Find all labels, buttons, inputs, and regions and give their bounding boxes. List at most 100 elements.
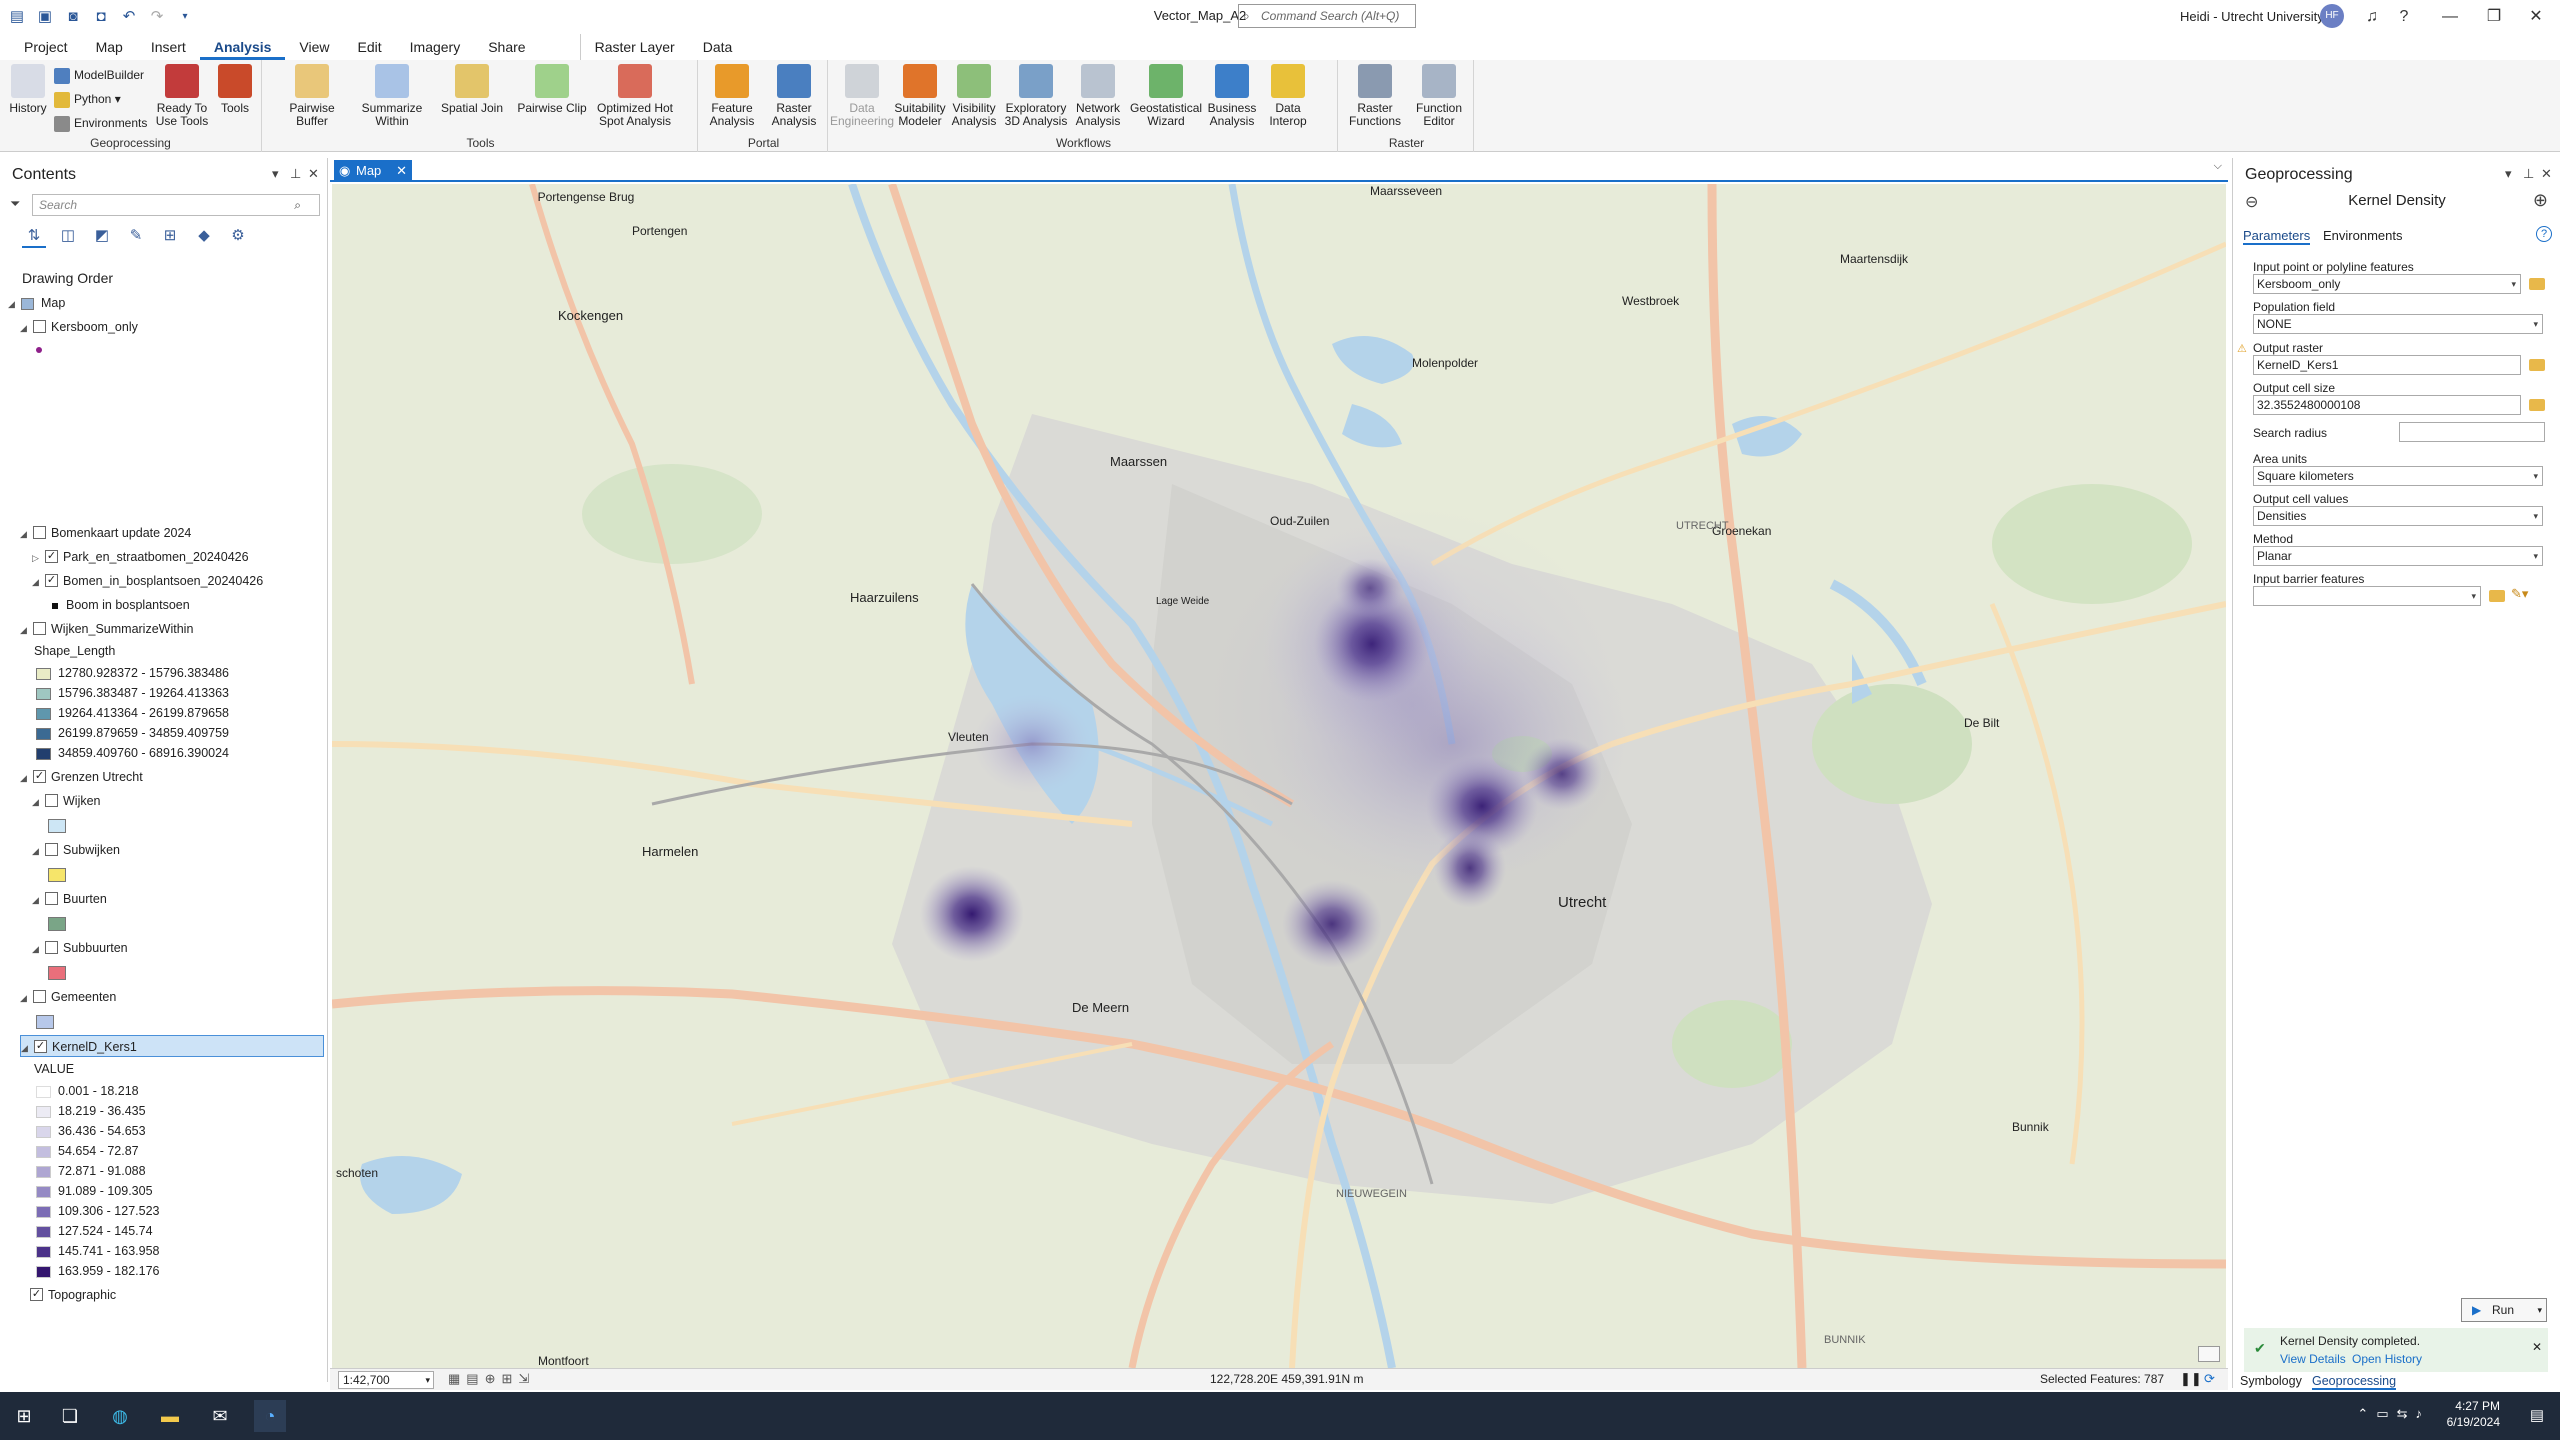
open-icon[interactable]: ▣: [34, 6, 56, 28]
command-search[interactable]: ⌕ Command Search (Alt+Q): [1238, 4, 1416, 28]
network-analysis-button[interactable]: Network Analysis: [1066, 64, 1130, 128]
dropdown-icon[interactable]: ▾: [2511, 275, 2516, 293]
editing-icon[interactable]: ✎: [124, 224, 148, 248]
dropdown-icon[interactable]: ▾: [2533, 315, 2538, 333]
close-tab-icon[interactable]: ✕: [396, 160, 407, 182]
visibility-checkbox[interactable]: ✓: [33, 770, 46, 784]
visibility-checkbox[interactable]: ✓: [30, 1288, 43, 1302]
toc-layer-wijken[interactable]: ◢ Wijken: [32, 790, 101, 812]
sketch-icon[interactable]: ✎▾: [2511, 586, 2528, 602]
edge-icon[interactable]: ◍: [104, 1400, 136, 1432]
pairwise-buffer-button[interactable]: Pairwise Buffer: [272, 64, 352, 128]
collapse-icon[interactable]: ◢: [32, 840, 42, 862]
save-as-icon[interactable]: ◘: [90, 6, 112, 28]
tab-map-view[interactable]: ◉ Map ✕: [334, 160, 412, 182]
area-units-select[interactable]: Square kilometers ▾: [2253, 466, 2543, 486]
toc-layer-bomenkaart[interactable]: ◢ Bomenkaart update 2024: [20, 522, 191, 544]
run-button[interactable]: ▶ Run ▾: [2461, 1298, 2547, 1322]
user-name[interactable]: Heidi - Utrecht University: [2180, 9, 2324, 24]
minimize-button[interactable]: —: [2430, 4, 2470, 30]
output-raster-field[interactable]: KernelD_Kers1: [2253, 355, 2521, 375]
toc-layer-subwijken[interactable]: ◢ Subwijken: [32, 839, 120, 861]
start-icon[interactable]: ⊞: [8, 1400, 40, 1432]
dropdown-icon[interactable]: ▾: [2533, 547, 2538, 565]
tab-view[interactable]: View: [285, 34, 343, 60]
tab-imagery[interactable]: Imagery: [396, 34, 475, 60]
close-button[interactable]: ✕: [2516, 4, 2556, 30]
search-radius-field[interactable]: [2399, 422, 2545, 442]
tab-symbology[interactable]: Symbology: [2240, 1374, 2302, 1388]
collapse-icon[interactable]: ◢: [32, 791, 42, 813]
collapse-icon[interactable]: ◢: [32, 571, 42, 593]
collapse-icon[interactable]: ◢: [32, 889, 42, 911]
data-engineering-button[interactable]: Data Engineering: [830, 64, 894, 128]
project-icon[interactable]: ▤: [6, 6, 28, 28]
save-icon[interactable]: ◙: [62, 6, 84, 28]
labeling-icon[interactable]: ◆: [192, 224, 216, 248]
collapse-icon[interactable]: ◢: [32, 938, 42, 960]
tab-map[interactable]: Map: [82, 34, 137, 60]
visibility-checkbox[interactable]: [45, 941, 58, 955]
history-button[interactable]: History: [0, 64, 56, 115]
dropdown-icon[interactable]: ▾: [2471, 587, 2476, 605]
population-field[interactable]: NONE ▾: [2253, 314, 2543, 334]
folder-icon[interactable]: [2489, 590, 2505, 602]
pane-options-icon[interactable]: ▾: [272, 166, 279, 182]
navigation-tools[interactable]: ▦▤⊕⊞⇲: [448, 1371, 535, 1387]
folder-icon[interactable]: [2529, 399, 2545, 411]
refresh-icon[interactable]: ⟳: [2204, 1371, 2215, 1387]
collapse-icon[interactable]: ◢: [20, 317, 30, 339]
folder-icon[interactable]: [2529, 359, 2545, 371]
undo-icon[interactable]: ↶: [118, 6, 140, 28]
visibility-analysis-button[interactable]: Visibility Analysis: [942, 64, 1006, 128]
pin-icon[interactable]: ⊥: [2523, 166, 2534, 182]
raster-functions-button[interactable]: Raster Functions: [1340, 64, 1410, 128]
summarize-within-button[interactable]: Summarize Within: [352, 64, 432, 128]
selection-icon[interactable]: ◩: [90, 224, 114, 248]
tab-analysis[interactable]: Analysis: [199, 34, 286, 60]
toc-layer-subbuurten[interactable]: ◢ Subbuurten: [32, 937, 128, 959]
collapse-icon[interactable]: ◢: [20, 619, 30, 641]
collapse-icon[interactable]: ◢: [20, 523, 30, 545]
toc-layer-wijken-summarize[interactable]: ◢ Wijken_SummarizeWithin: [20, 618, 193, 640]
selected-features[interactable]: Selected Features: 787: [2040, 1372, 2164, 1386]
restore-button[interactable]: ❐: [2474, 4, 2514, 30]
toc-layer-park[interactable]: ▷ ✓ Park_en_straatbomen_20240426: [32, 546, 249, 568]
close-icon[interactable]: ✕: [308, 166, 319, 182]
exploratory-3d-button[interactable]: Exploratory 3D Analysis: [1002, 64, 1070, 128]
expand-icon[interactable]: ▷: [32, 547, 42, 569]
modelbuilder-button[interactable]: ModelBuilder: [54, 64, 144, 86]
dropdown-icon[interactable]: ▾: [2533, 467, 2538, 485]
dismiss-icon[interactable]: ✕: [2532, 1340, 2542, 1354]
data-source-icon[interactable]: ◫: [56, 224, 80, 248]
help-icon[interactable]: ?: [2384, 4, 2424, 30]
visibility-checkbox[interactable]: [45, 843, 58, 857]
visibility-checkbox[interactable]: [45, 892, 58, 906]
avatar[interactable]: HF: [2320, 4, 2344, 28]
task-view-icon[interactable]: ❏: [54, 1400, 86, 1432]
snapping-icon[interactable]: ⊞: [158, 224, 182, 248]
dropdown-icon[interactable]: ▾: [2533, 507, 2538, 525]
toc-layer-grenzen[interactable]: ◢ ✓ Grenzen Utrecht: [20, 766, 143, 788]
visibility-checkbox[interactable]: [33, 990, 46, 1004]
folder-icon[interactable]: [2529, 278, 2545, 290]
help-icon[interactable]: ?: [2536, 226, 2552, 242]
environments-button[interactable]: Environments: [54, 112, 147, 134]
collapse-icon[interactable]: ◢: [8, 293, 18, 315]
visibility-checkbox[interactable]: ✓: [45, 550, 58, 564]
tab-insert[interactable]: Insert: [137, 34, 200, 60]
drawing-order-icon[interactable]: ⇅: [22, 224, 46, 248]
tab-share[interactable]: Share: [474, 34, 539, 60]
tools-button[interactable]: Tools: [208, 64, 262, 115]
tab-project[interactable]: Project: [10, 34, 82, 60]
spatial-join-button[interactable]: Spatial Join: [432, 64, 512, 115]
pin-icon[interactable]: ⊥: [290, 166, 301, 182]
open-history-link[interactable]: Open History: [2352, 1352, 2422, 1366]
toc-layer-kersboom[interactable]: ◢ Kersboom_only: [20, 316, 138, 338]
visibility-checkbox[interactable]: [33, 320, 46, 334]
clock[interactable]: 4:27 PM 6/19/2024: [2447, 1398, 2500, 1430]
toc-layer-topographic[interactable]: ✓ Topographic: [30, 1284, 116, 1306]
redo-icon[interactable]: ↷: [146, 6, 168, 28]
map-view[interactable]: Portengense Brug Portengen Kockengen Maa…: [332, 184, 2226, 1368]
perspective-icon[interactable]: ⚙: [226, 224, 250, 248]
